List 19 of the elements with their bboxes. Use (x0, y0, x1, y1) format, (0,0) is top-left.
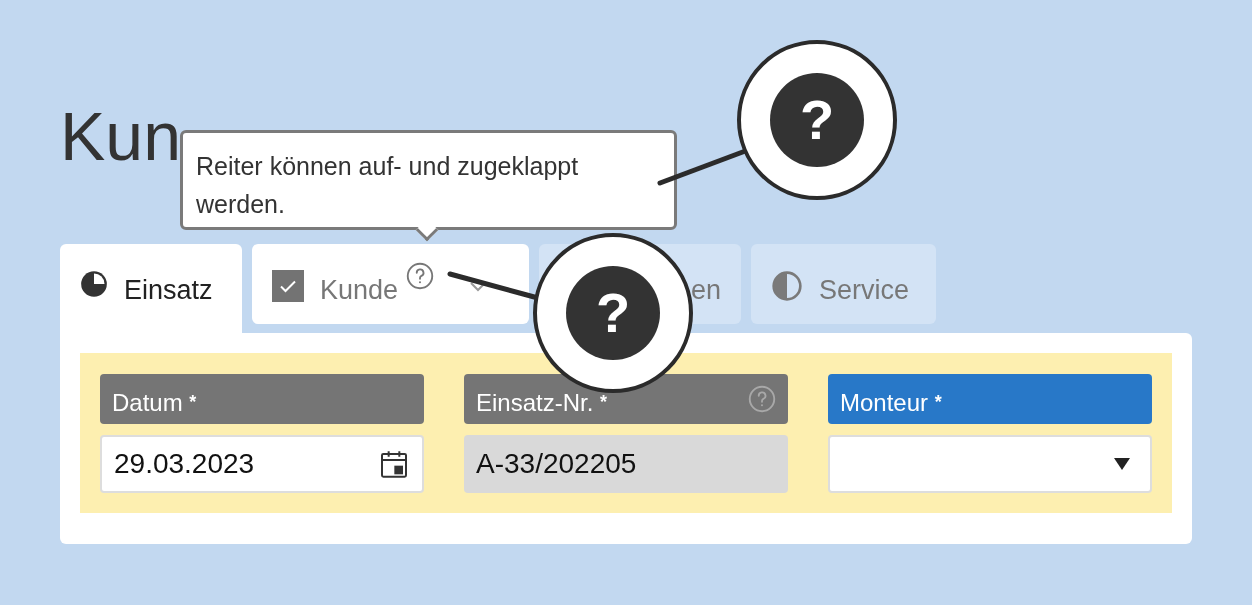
dropdown-arrow-icon (1114, 458, 1130, 470)
half-circle-icon (771, 270, 803, 302)
pie-chart-icon (80, 270, 108, 298)
tab-label: Einsatz (124, 274, 213, 307)
calendar-icon[interactable] (378, 448, 410, 480)
tab[interactable]: Einsatz (60, 244, 242, 334)
number-field: A-33/202205 (464, 435, 788, 493)
tab-label: en (690, 274, 721, 307)
tab-label: Service (819, 274, 910, 307)
question-mark: ? (566, 266, 660, 360)
tab[interactable]: Kunde (252, 244, 529, 324)
tooltip-text: Reiter können auf- und zugeklappt werden. (196, 152, 579, 218)
tab-label: Kunde (320, 274, 399, 307)
question-mark: ? (770, 73, 864, 167)
select-field[interactable] (828, 435, 1152, 493)
checkbox[interactable] (272, 270, 304, 302)
date-field[interactable]: 29.03.2023 (100, 435, 424, 493)
help-icon[interactable] (406, 262, 435, 290)
page-title: Kun (60, 102, 181, 170)
